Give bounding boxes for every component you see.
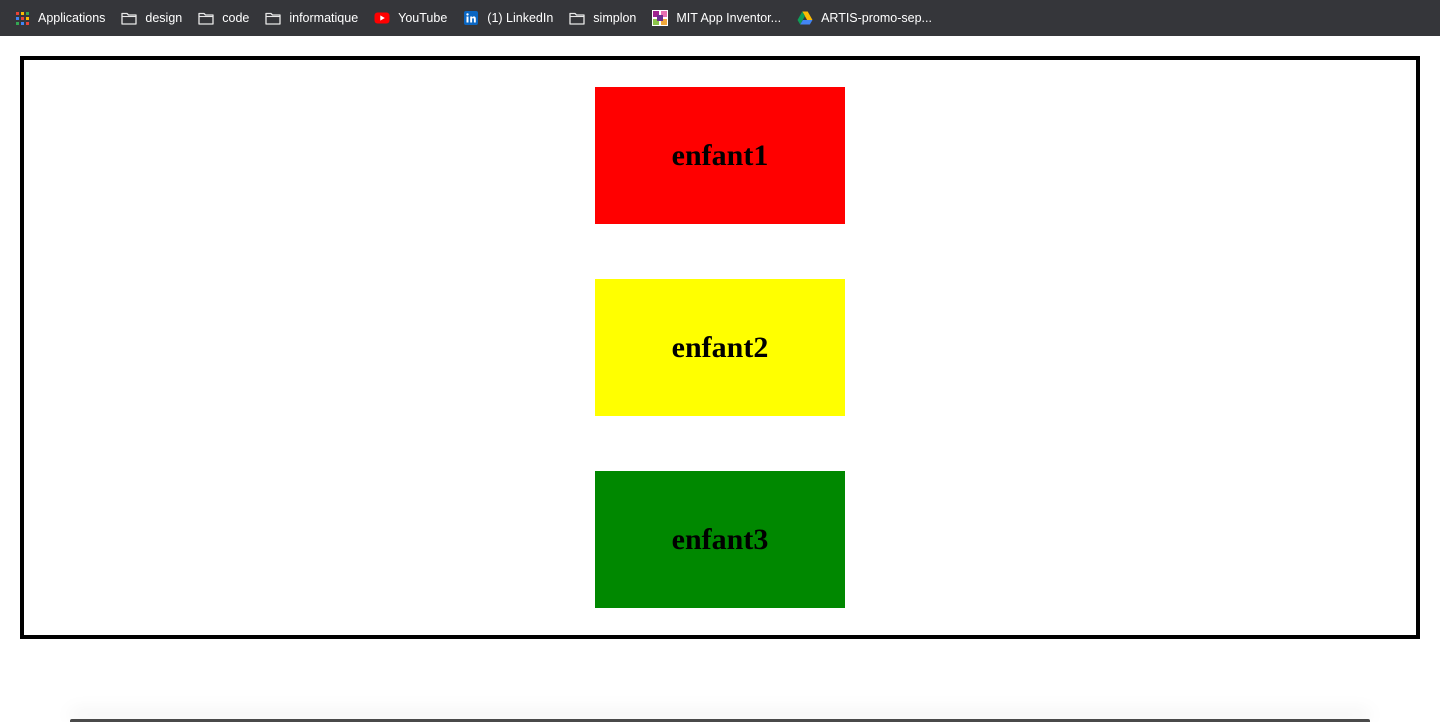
folder-icon [569, 10, 585, 26]
folder-icon [265, 10, 282, 26]
child-label: enfant1 [671, 138, 769, 172]
bookmark-label: code [222, 11, 250, 25]
google-drive-icon [797, 10, 813, 26]
parent-container: enfant1 enfant2 enfant3 [20, 56, 1420, 639]
bookmark-label: informatique [289, 11, 359, 25]
bookmark-informatique[interactable]: informatique [265, 6, 358, 30]
linkedin-icon [463, 10, 479, 26]
mit-app-inventor-icon [652, 10, 669, 26]
apps-grid-icon [14, 10, 30, 26]
child-label: enfant3 [671, 522, 769, 556]
bookmark-youtube[interactable]: YouTube [374, 6, 447, 30]
bookmarks-bar: Applications design code informatique Yo… [0, 0, 1440, 36]
bookmark-label: MIT App Inventor... [676, 11, 782, 25]
bookmark-design[interactable]: design [121, 6, 182, 30]
bookmark-label: ARTIS-promo-sep... [821, 11, 932, 25]
bookmark-code[interactable]: code [198, 6, 249, 30]
child-box-1: enfant1 [595, 87, 845, 224]
bookmark-simplon[interactable]: simplon [569, 6, 636, 30]
child-box-2: enfant2 [595, 279, 845, 416]
folder-icon [198, 10, 214, 26]
bookmark-label: design [145, 11, 183, 25]
bookmark-label: Applications [38, 11, 106, 25]
bookmark-label: simplon [593, 11, 637, 25]
bookmark-label: (1) LinkedIn [487, 11, 554, 25]
child-label: enfant2 [671, 330, 769, 364]
child-box-3: enfant3 [595, 471, 845, 608]
bookmark-artis-promo[interactable]: ARTIS-promo-sep... [797, 6, 932, 30]
folder-icon [121, 10, 138, 26]
bookmark-applications[interactable]: Applications [14, 6, 105, 30]
youtube-icon [374, 10, 390, 26]
bookmark-label: YouTube [398, 11, 448, 25]
bookmark-linkedin[interactable]: (1) LinkedIn [463, 6, 553, 30]
bookmark-mit-app-inventor[interactable]: MIT App Inventor... [652, 6, 781, 30]
